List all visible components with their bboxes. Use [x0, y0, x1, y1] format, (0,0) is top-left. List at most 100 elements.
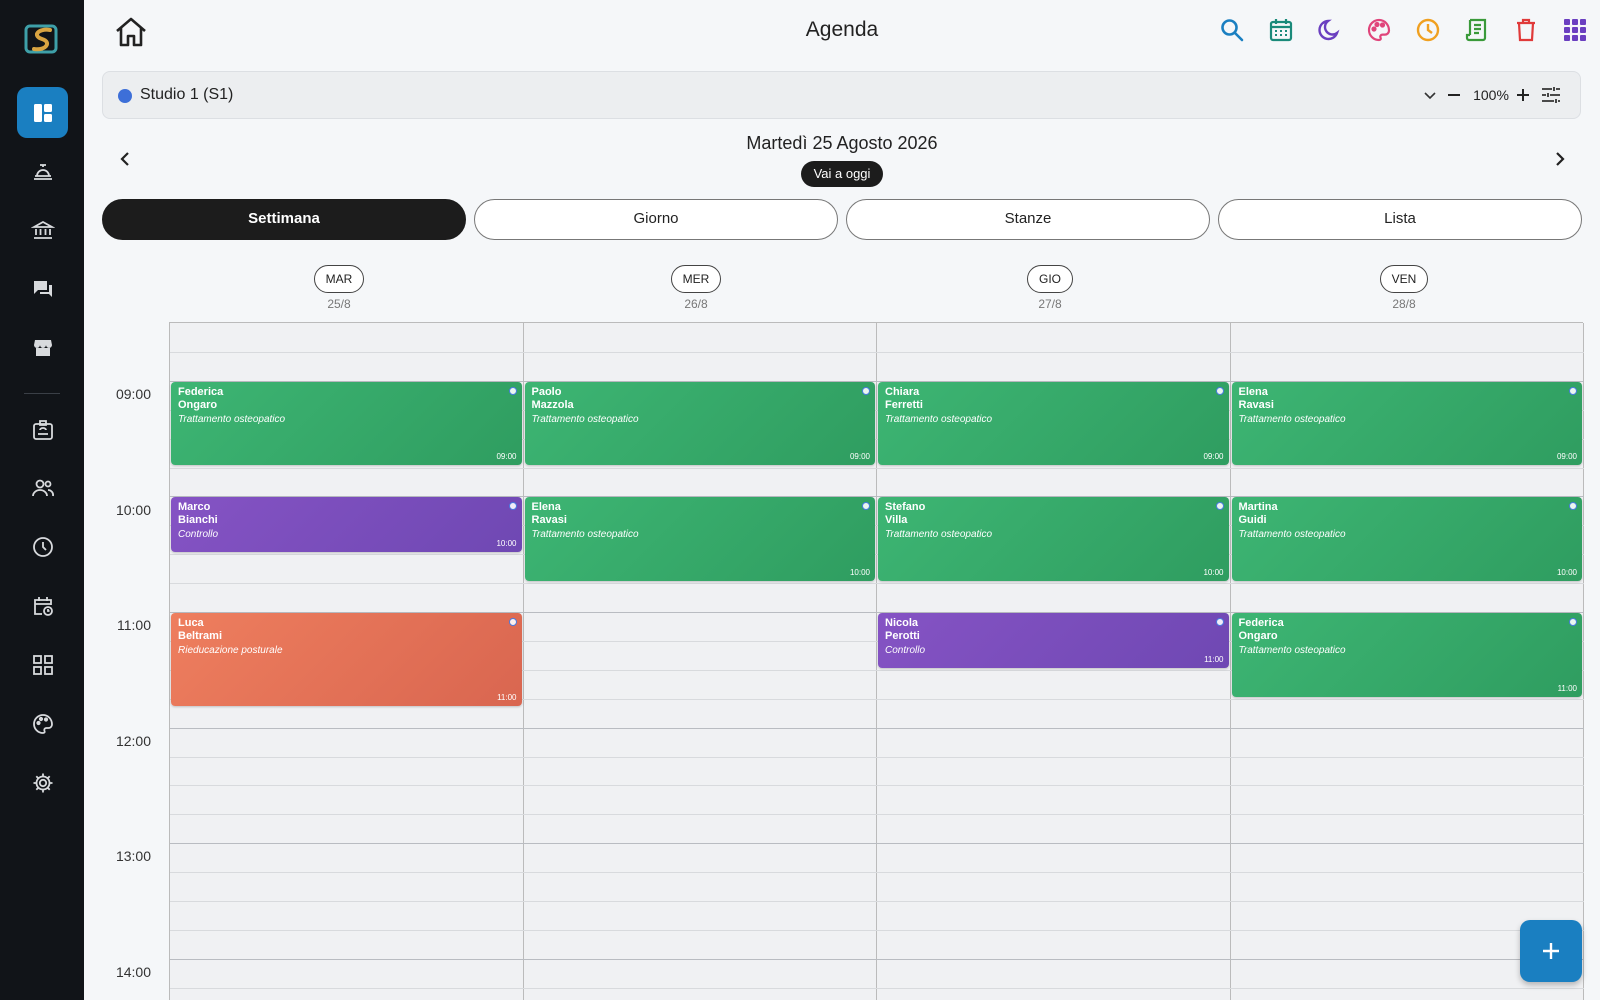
- treatment-type: Trattamento osteopatico: [885, 413, 993, 425]
- day-header-1[interactable]: MER 26/8: [519, 265, 873, 311]
- appointment-card[interactable]: Federica Ongaro Trattamento osteopatico 11:…: [1231, 613, 1582, 697]
- studio-indicator-dot: [508, 618, 517, 626]
- filter-settings-icon[interactable]: [1539, 83, 1563, 107]
- treatment-type: Controllo: [885, 645, 926, 656]
- studio-selector[interactable]: Studio 1 (S1) 100%: [102, 71, 1581, 119]
- grid-line: [170, 467, 1584, 469]
- appointment-card[interactable]: Marco Bianchi Controllo 10:00: [171, 497, 522, 553]
- sidebar-item-reception[interactable]: [17, 145, 68, 196]
- store-icon: [33, 339, 52, 356]
- palette-icon: [32, 713, 53, 734]
- receipt-button[interactable]: [1462, 15, 1492, 45]
- appointment-card[interactable]: Luca Beltrami Rieducazione posturale 11:00: [171, 613, 522, 707]
- day-header-3[interactable]: VEN 28/8: [1227, 265, 1581, 311]
- appointment-card[interactable]: Elena Ravasi Trattamento osteopatico 09:00: [1231, 381, 1582, 466]
- treatment-type: Rieducazione posturale: [178, 645, 283, 656]
- current-date: Martedì 25 Agosto 2026: [746, 133, 938, 153]
- theme-palette-button[interactable]: [1364, 15, 1394, 45]
- chat-icon: [33, 280, 52, 297]
- grid-line: [170, 727, 1584, 729]
- appointment-card[interactable]: Elena Ravasi Trattamento osteopatico 10:00: [524, 497, 875, 582]
- appointment-time: 09:00: [1556, 452, 1577, 462]
- time-button[interactable]: [1413, 15, 1443, 45]
- studio-indicator-dot: [862, 386, 870, 395]
- studio-indicator-dot: [1215, 386, 1224, 395]
- sidebar-item-calendar-clock[interactable]: [17, 580, 68, 631]
- appointment-time: 10:00: [849, 568, 870, 578]
- sidebar-item-dashboard[interactable]: [17, 87, 68, 138]
- appointment-time: 10:00: [1203, 568, 1224, 578]
- appointment-card[interactable]: Nicola Perotti Controllo 11:00: [878, 613, 1229, 668]
- sidebar-item-badge[interactable]: [17, 404, 68, 455]
- studio-indicator-dot: [508, 502, 517, 511]
- tab-lista[interactable]: Lista: [1218, 199, 1582, 240]
- tab-stanze[interactable]: Stanze: [846, 199, 1210, 240]
- appointment-card[interactable]: Martina Guidi Trattamento osteopatico 10:00: [1231, 497, 1582, 582]
- studio-indicator-dot: [1215, 502, 1224, 511]
- time-label: 12:00: [115, 733, 151, 749]
- appointment-time: 10:00: [496, 539, 517, 549]
- sidebar-item-widgets[interactable]: [17, 639, 68, 690]
- day-header-2[interactable]: GIO 27/8: [873, 265, 1227, 311]
- reception-bell-icon: [33, 163, 52, 180]
- treatment-type: Trattamento osteopatico: [531, 529, 639, 541]
- sidebar-item-bank[interactable]: [17, 204, 68, 255]
- next-date-button[interactable]: [1548, 147, 1572, 171]
- appointment-time: 10:00: [1556, 568, 1577, 578]
- home-button[interactable]: [113, 14, 149, 50]
- patient-last-name: Bianchi: [178, 514, 218, 527]
- day-abbr: MAR: [313, 265, 365, 293]
- patient-first-name: Nicola: [885, 617, 919, 629]
- time-label: 14:00: [115, 964, 151, 980]
- sidebar-item-settings[interactable]: [17, 757, 68, 808]
- sidebar-item-people[interactable]: [17, 462, 68, 513]
- appointment-card[interactable]: Stefano Villa Trattamento osteopatico 10:00: [878, 497, 1229, 582]
- receipt-icon: [1465, 18, 1487, 42]
- treatment-type: Trattamento osteopatico: [1238, 413, 1346, 425]
- delete-button[interactable]: [1511, 15, 1541, 45]
- studio-indicator-dot: [508, 386, 517, 395]
- apps-button[interactable]: [1560, 15, 1590, 45]
- app-logo-icon: [24, 24, 58, 54]
- grid-line: [170, 987, 1584, 989]
- calendar-button[interactable]: [1266, 15, 1296, 45]
- dark-mode-button[interactable]: [1315, 15, 1345, 45]
- appointment-card[interactable]: Paolo Mazzola Trattamento osteopatico 09:00: [524, 381, 875, 466]
- sidebar-item-store[interactable]: [17, 322, 68, 373]
- sidebar-item-clock[interactable]: [17, 521, 68, 572]
- day-date: 25/8: [327, 297, 351, 311]
- add-appointment-button[interactable]: [1520, 920, 1582, 982]
- people-icon: [31, 479, 54, 496]
- grid-line: [170, 756, 1584, 758]
- calendar-grid[interactable]: Federica Ongaro Trattamento osteopatico 09:…: [169, 322, 1584, 1000]
- tab-settimana[interactable]: Settimana: [102, 199, 466, 240]
- patient-first-name: Elena: [1238, 385, 1268, 398]
- studio-indicator-dot: [1569, 618, 1577, 626]
- appointment-card[interactable]: Federica Ongaro Trattamento osteopatico 09:…: [171, 381, 522, 466]
- zoom-in-button[interactable]: [1512, 84, 1534, 106]
- appointment-time: 09:00: [1203, 452, 1224, 462]
- chevron-down-icon[interactable]: [1419, 84, 1441, 106]
- search-button[interactable]: [1217, 15, 1247, 45]
- grid-line: [170, 785, 1584, 787]
- appointment-card[interactable]: Chiara Ferretti Trattamento osteopatico 09:…: [878, 381, 1229, 466]
- studio-color-dot: [118, 89, 132, 103]
- patient-first-name: Paolo: [531, 385, 562, 398]
- zoom-out-button[interactable]: [1443, 84, 1465, 106]
- day-abbr: GIO: [1026, 265, 1073, 293]
- apps-grid-icon: [1564, 19, 1586, 41]
- previous-date-button[interactable]: [113, 147, 137, 171]
- sidebar-item-chat[interactable]: [17, 263, 68, 314]
- patient-last-name: Ravasi: [1238, 398, 1274, 411]
- sidebar-item-palette[interactable]: [17, 698, 68, 749]
- day-header-0[interactable]: MAR 25/8: [162, 265, 516, 311]
- patient-first-name: Martina: [1238, 501, 1278, 514]
- treatment-type: Trattamento osteopatico: [885, 529, 993, 541]
- id-badge-icon: [32, 419, 53, 440]
- day-abbr: MER: [670, 265, 722, 293]
- day-date: 27/8: [1038, 297, 1062, 311]
- grid-line: [170, 814, 1584, 816]
- go-to-today-button[interactable]: Vai a oggi: [801, 161, 883, 187]
- tab-giorno[interactable]: Giorno: [474, 199, 838, 240]
- calendar-icon: [1269, 19, 1293, 42]
